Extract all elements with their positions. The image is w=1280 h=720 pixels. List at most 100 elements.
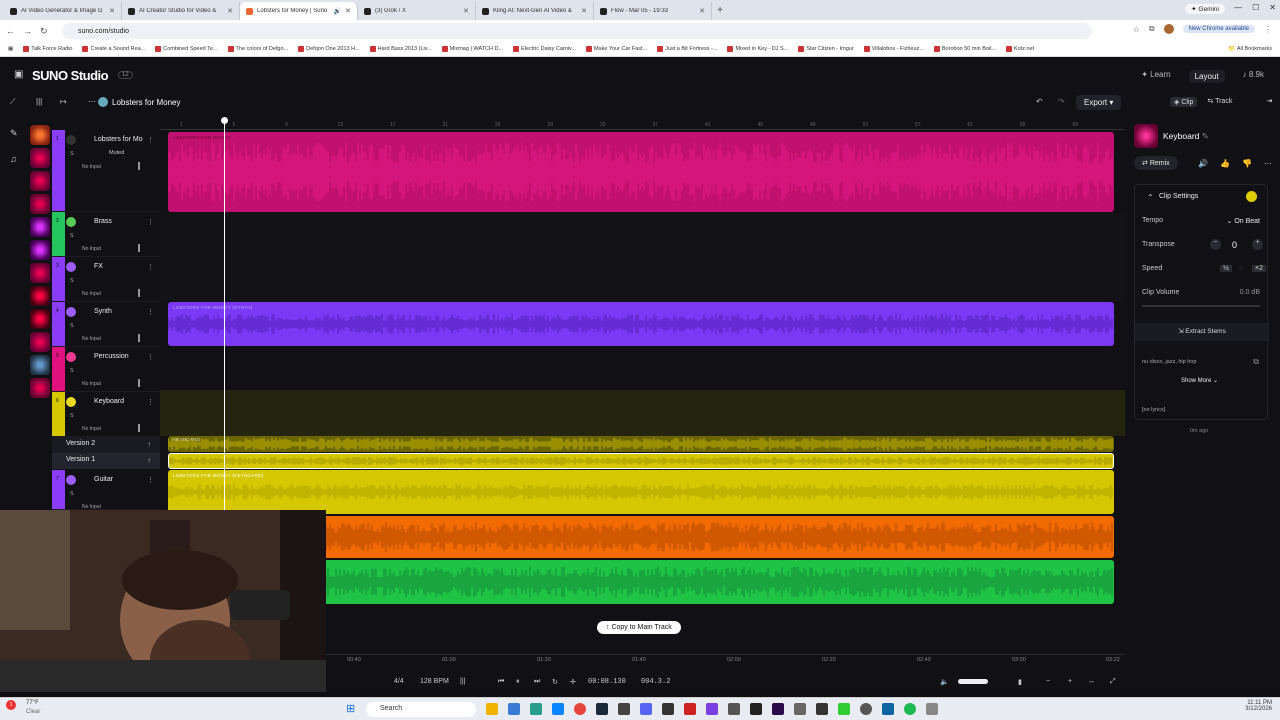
track-menu-icon[interactable]: ⋮ — [147, 308, 154, 316]
browser-tab[interactable]: Flow - Mar 05 - 19:33 ✕ — [594, 2, 712, 20]
snap-icon[interactable]: ✛ — [570, 678, 576, 686]
close-window-icon[interactable]: ✕ — [1269, 3, 1276, 12]
expand-icon[interactable]: ↦ — [60, 97, 67, 106]
redo-icon[interactable]: ↷ — [1058, 97, 1065, 106]
input-select[interactable]: No Input — [82, 336, 101, 342]
extract-stems-button[interactable]: ⇲ Extract Stems — [1135, 323, 1269, 341]
avatar[interactable] — [1163, 24, 1174, 34]
thumbnail[interactable] — [30, 171, 50, 191]
app-icon[interactable] — [750, 703, 762, 715]
speaker-icon[interactable] — [66, 397, 76, 407]
reload-icon[interactable]: ↻ — [40, 26, 48, 37]
app-icon[interactable] — [706, 703, 718, 715]
speaker-icon[interactable] — [66, 217, 76, 227]
bookmark[interactable]: Electric Daisy Carniv... — [513, 46, 576, 52]
zoom-in-icon[interactable]: + — [1068, 678, 1072, 685]
fit-icon[interactable]: ↔ — [1088, 678, 1095, 685]
clip-keyboard[interactable]: LOBSTERS FOR MONEY (KEYBOARD) — [168, 470, 1114, 514]
volume-fader[interactable] — [138, 162, 140, 170]
copy-to-main-track-button[interactable]: ↑ Copy to Main Track — [597, 621, 681, 634]
discord-icon[interactable] — [640, 703, 652, 715]
close-icon[interactable]: ✕ — [463, 7, 469, 15]
thumbnail[interactable] — [30, 263, 50, 283]
track-header[interactable]: 1 Lobsters for Mo S Muted No Input ⋮ — [52, 130, 160, 212]
solo-button[interactable]: S — [70, 323, 74, 329]
playhead[interactable] — [221, 117, 228, 510]
forward-icon[interactable]: → — [23, 26, 32, 36]
speaker-icon[interactable] — [66, 307, 76, 317]
chrome-icon[interactable] — [574, 703, 586, 715]
input-select[interactable]: No Input — [82, 381, 101, 387]
show-more-button[interactable]: Show More ⌄ — [1181, 377, 1218, 384]
library-icon[interactable]: ||| — [36, 97, 42, 106]
speed-double-button[interactable]: ×2 — [1252, 265, 1266, 272]
steam-icon[interactable] — [596, 703, 608, 715]
close-icon[interactable]: ✕ — [227, 7, 233, 15]
bookmark[interactable]: Mixmag | WATCH D... — [441, 46, 503, 52]
thumbnail[interactable] — [30, 378, 50, 398]
color-swatch[interactable] — [1246, 191, 1257, 202]
notification-badge[interactable]: 1 — [6, 700, 16, 710]
app-logo[interactable]: SUNO Studio — [32, 68, 109, 83]
menu-icon[interactable]: ⋮ — [1264, 25, 1272, 34]
tab-track[interactable]: ⇆ Track — [1207, 97, 1232, 107]
track-menu-icon[interactable]: ⋮ — [147, 218, 154, 226]
bookmark[interactable]: Defqon One 2013 H... — [298, 46, 360, 52]
thumbnail[interactable] — [30, 332, 50, 352]
star-icon[interactable]: ☆ — [1133, 25, 1140, 34]
version-row[interactable]: Version 2 ↑ — [52, 437, 160, 453]
bookmark[interactable]: Make Your Car Fast... — [585, 46, 647, 52]
solo-button[interactable]: S — [70, 278, 74, 284]
app-icon[interactable] — [794, 703, 806, 715]
apps-icon[interactable]: ▦ — [8, 46, 13, 52]
more-icon[interactable]: ⋯ — [1264, 159, 1272, 168]
solo-button[interactable]: S — [70, 151, 74, 157]
track-header[interactable]: 6 Keyboard S No Input ⋮ — [52, 392, 160, 437]
thumbnail[interactable] — [30, 286, 50, 306]
bookmark[interactable]: Boroboo 50 min Boil... — [933, 46, 996, 52]
music-note-icon[interactable]: ♫ — [10, 154, 17, 164]
zoom-out-icon[interactable]: − — [1046, 678, 1050, 685]
transpose-plus-button[interactable]: + — [1252, 239, 1263, 250]
thumbnail[interactable] — [30, 355, 50, 375]
obs-icon[interactable] — [860, 703, 872, 715]
timeline-ruler[interactable]: 1 5 9 13 17 21 25 29 33 37 41 45 49 53 57 61 65 69 — [160, 120, 1125, 130]
speaker-icon[interactable]: 🔊 — [334, 8, 341, 15]
speaker-icon[interactable] — [66, 135, 76, 145]
volume-fader[interactable] — [138, 334, 140, 342]
thumbnail[interactable] — [30, 309, 50, 329]
clip-keyboard-v2[interactable]: KEYBOARD — [168, 436, 1114, 452]
collapse-panel-icon[interactable]: ⇥ — [1266, 97, 1272, 107]
clip-volume-slider[interactable] — [1142, 305, 1260, 307]
app-icon[interactable] — [684, 703, 696, 715]
skip-back-icon[interactable]: ⏮ — [498, 678, 504, 686]
thumbnail[interactable] — [30, 125, 50, 145]
app-icon[interactable] — [508, 703, 520, 715]
browser-tab[interactable]: (3) Grok / X ✕ — [358, 2, 476, 20]
bookmark[interactable]: The colors of Defgo... — [227, 46, 288, 52]
track-menu-icon[interactable]: ⋮ — [147, 136, 154, 144]
version-row[interactable]: Version 1 ↑ — [52, 453, 160, 469]
clip-keyboard-v1[interactable] — [168, 453, 1114, 469]
export-button[interactable]: Export ▾ — [1076, 95, 1122, 110]
input-select[interactable]: No Input — [82, 426, 101, 432]
learn-button[interactable]: ✦ Learn — [1141, 70, 1170, 83]
all-bookmarks[interactable]: 📁 All Bookmarks — [1228, 46, 1272, 52]
chevron-up-icon[interactable]: ⌃ — [1147, 193, 1154, 202]
track-header[interactable]: 4 Synth S No Input ⋮ — [52, 302, 160, 347]
app-icon[interactable] — [530, 703, 542, 715]
bookmark[interactable]: Mixed in Key - DJ S... — [727, 46, 788, 52]
time-signature[interactable]: 4/4 — [394, 678, 404, 685]
more-icon[interactable]: ⋯ — [88, 97, 96, 106]
volume-fader[interactable] — [138, 424, 140, 432]
browser-tab-active[interactable]: Lobsters for Money | Suno 🔊 ✕ — [240, 2, 358, 20]
minimize-icon[interactable]: — — [1234, 3, 1242, 12]
close-icon[interactable]: ✕ — [581, 7, 587, 15]
loop-icon[interactable]: ↻ — [552, 678, 558, 686]
sidebar-toggle-icon[interactable]: ▣ — [14, 69, 23, 80]
mini-timeline[interactable]: 00:40 01:00 01:20 01:40 02:00 02:20 02:4… — [326, 654, 1124, 666]
fullscreen-icon[interactable]: ⤢ — [1110, 678, 1116, 686]
url-input[interactable]: suno.com/studio — [62, 23, 1092, 39]
bookmark[interactable]: Combined Speed Te... — [155, 46, 218, 52]
edit-icon[interactable]: ✎ — [1202, 131, 1209, 141]
